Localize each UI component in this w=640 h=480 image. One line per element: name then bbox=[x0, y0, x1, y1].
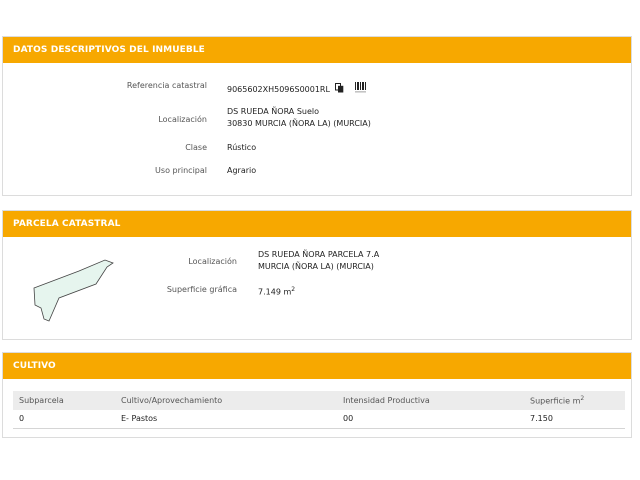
cell-cultivo: E- Pastos bbox=[115, 409, 337, 429]
parcela-panel-title: PARCELA CATASTRAL bbox=[3, 211, 631, 237]
localizacion-line-2: 30830 MURCIA (ÑORA LA) (MURCIA) bbox=[227, 119, 371, 128]
cultivo-header-row: Subparcela Cultivo/Aprovechamiento Inten… bbox=[13, 391, 625, 410]
barcode-icon[interactable] bbox=[355, 82, 367, 97]
cultivo-panel: CULTIVO Subparcela Cultivo/Aprovechamien… bbox=[2, 352, 632, 438]
parcela-loc-line-2: MURCIA (ÑORA LA) (MURCIA) bbox=[258, 262, 374, 271]
uso-label: Uso principal bbox=[155, 166, 207, 175]
ref-value[interactable]: 9065602XH5096S0001RL bbox=[227, 85, 330, 94]
parcela-panel: PARCELA CATASTRAL Localización DS RUEDA … bbox=[2, 210, 632, 340]
cell-superficie: 7.150 bbox=[524, 409, 625, 429]
localizacion-value: DS RUEDA ÑORA Suelo 30830 MURCIA (ÑORA L… bbox=[227, 106, 371, 130]
parcela-loc-line-1: DS RUEDA ÑORA PARCELA 7.A bbox=[258, 250, 380, 259]
parcel-shape bbox=[33, 259, 114, 322]
descriptive-panel: DATOS DESCRIPTIVOS DEL INMUEBLE Referenc… bbox=[2, 36, 632, 196]
ref-value-row: 9065602XH5096S0001RL bbox=[227, 82, 367, 97]
cell-subparcela: 0 bbox=[13, 409, 115, 429]
cell-intensidad: 00 bbox=[337, 409, 524, 429]
col-cultivo: Cultivo/Aprovechamiento bbox=[115, 391, 337, 410]
superficie-unit-exp: 2 bbox=[291, 286, 296, 293]
superficie-value-wrap: 7.149 m2 bbox=[258, 284, 295, 299]
table-row: 0 E- Pastos 00 7.150 bbox=[13, 409, 625, 429]
col-superficie-label: Superficie m bbox=[530, 396, 581, 406]
col-superficie: Superficie m2 bbox=[524, 391, 625, 410]
localizacion-label: Localización bbox=[158, 115, 207, 124]
col-intensidad: Intensidad Productiva bbox=[337, 391, 524, 410]
col-superficie-exp: 2 bbox=[580, 395, 585, 402]
parcela-map[interactable] bbox=[27, 255, 119, 323]
ref-label: Referencia catastral bbox=[126, 81, 207, 90]
col-subparcela: Subparcela bbox=[13, 391, 115, 410]
cultivo-table: Subparcela Cultivo/Aprovechamiento Inten… bbox=[13, 391, 625, 429]
descriptive-panel-title: DATOS DESCRIPTIVOS DEL INMUEBLE bbox=[3, 37, 631, 63]
uso-value: Agrario bbox=[227, 166, 257, 175]
superficie-value: 7.149 m bbox=[258, 287, 292, 297]
clase-label: Clase bbox=[185, 143, 207, 152]
parcela-loc-label: Localización bbox=[188, 257, 237, 266]
copy-icon[interactable] bbox=[335, 82, 344, 97]
clase-value: Rústico bbox=[227, 143, 257, 152]
parcela-loc-value: DS RUEDA ÑORA PARCELA 7.A MURCIA (ÑORA L… bbox=[258, 249, 379, 273]
cultivo-panel-title: CULTIVO bbox=[3, 353, 631, 379]
superficie-label: Superficie gráfica bbox=[166, 285, 237, 294]
localizacion-line-1: DS RUEDA ÑORA Suelo bbox=[227, 107, 320, 116]
